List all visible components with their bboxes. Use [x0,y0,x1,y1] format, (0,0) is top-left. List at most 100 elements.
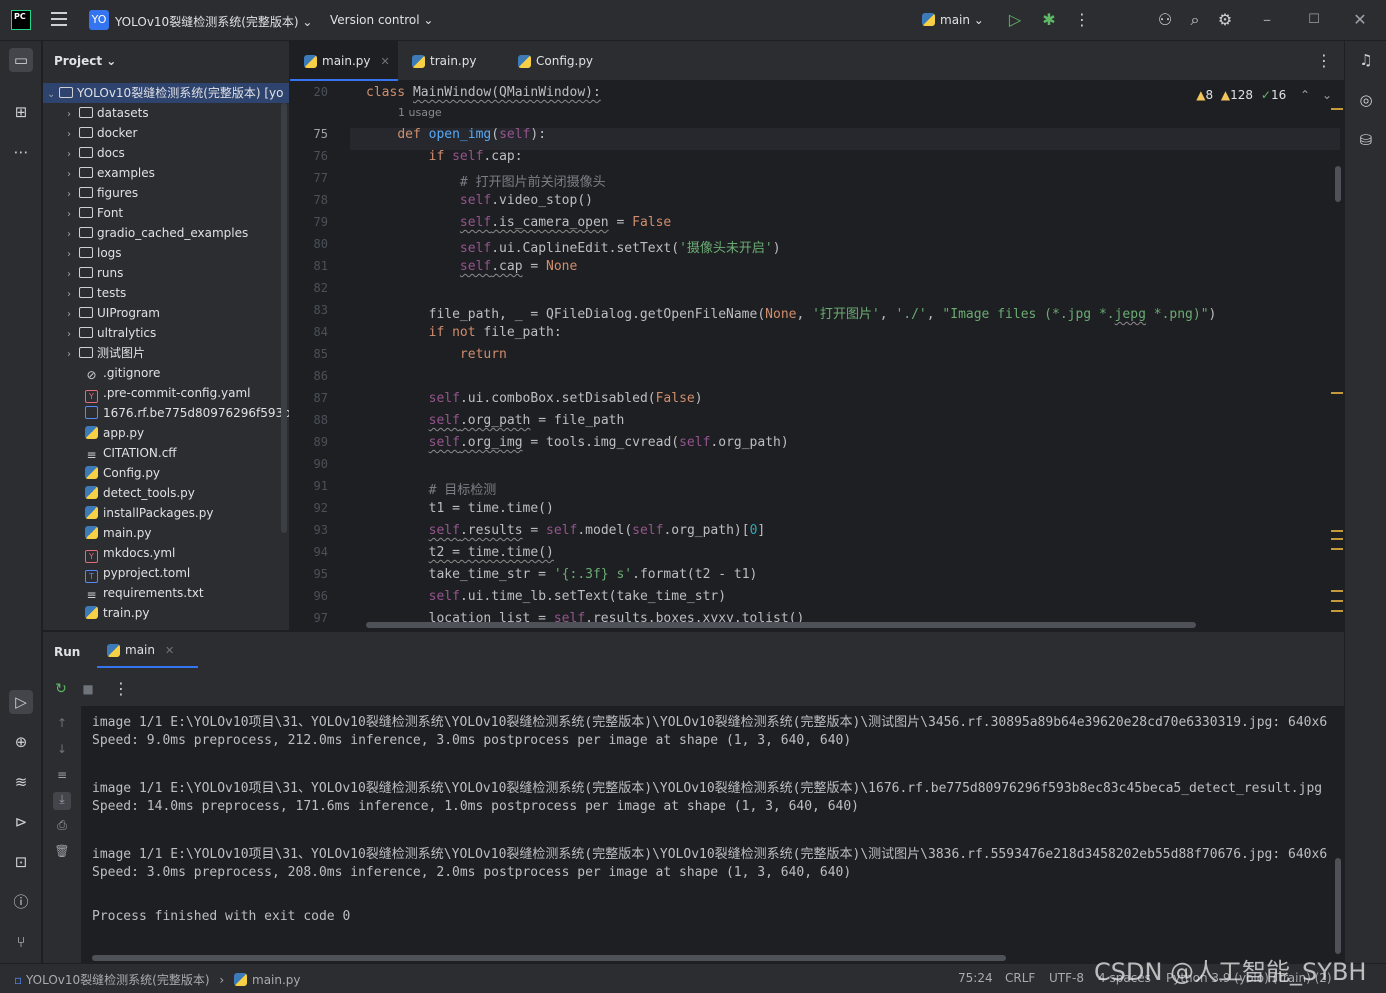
caret-position[interactable]: 75:24 [958,971,993,985]
error-stripe-mark[interactable] [1331,530,1343,532]
console-horizontal-scrollbar[interactable] [92,955,1006,961]
run-options-icon[interactable]: ⋮ [111,679,131,699]
soft-wrap-icon[interactable]: ≡ [53,768,71,786]
tab-config-py[interactable]: Config.py [504,41,614,81]
tree-file[interactable]: Tpyproject.toml [43,563,289,583]
tree-folder[interactable]: › datasets [43,103,289,123]
tree-file[interactable]: installPackages.py [43,503,289,523]
folder-label: datasets [97,106,149,120]
tree-folder[interactable]: › tests [43,283,289,303]
problems-icon[interactable]: ⓘ [9,890,33,914]
chevron-right-icon: › [67,249,71,260]
close-window-icon[interactable]: ✕ [1350,10,1370,30]
settings-gear-icon[interactable]: ⚙ [1215,10,1235,30]
project-scrollbar[interactable] [281,103,287,533]
ai-assistant-icon[interactable]: ◎ [1354,88,1378,112]
tab-main-py[interactable]: main.py ✕ [290,41,398,81]
run-config-selector[interactable]: main ⌄ [922,13,984,27]
services-icon[interactable]: ⊳ [9,810,33,834]
tree-file[interactable]: 1676.rf.be775d80976296f593b8e [43,403,289,423]
tree-folder[interactable]: › 测试图片 [43,343,289,363]
debug-icon[interactable]: ✱ [1039,10,1059,30]
close-run-tab-icon[interactable]: ✕ [165,644,174,657]
error-stripe-mark[interactable] [1331,538,1343,540]
tree-file[interactable]: ⊘ .gitignore [43,363,289,383]
tab-options-icon[interactable]: ⋮ [1314,51,1334,71]
tree-folder[interactable]: › Font [43,203,289,223]
tree-folder[interactable]: › logs [43,243,289,263]
tree-folder[interactable]: › figures [43,183,289,203]
inspection-widget[interactable]: ▲8 ▲128 ✓16 ⌃ ⌄ [1196,88,1332,102]
run-tool-icon[interactable]: ▷ [9,690,33,714]
project-tool-folder-icon[interactable]: ▭ [9,48,33,72]
tree-file[interactable]: ≡ CITATION.cff [43,443,289,463]
run-tab-main[interactable]: main ✕ [97,636,199,668]
tree-root[interactable]: ⌄ YOLOv10裂缝检测系统(完整版本) [yo [43,83,289,103]
tree-folder[interactable]: › docker [43,123,289,143]
notifications-bell-icon[interactable]: ♫ [1354,48,1378,72]
tree-file[interactable]: detect_tools.py [43,483,289,503]
scroll-up-icon[interactable]: ↑ [53,716,71,734]
tree-folder[interactable]: › UIProgram [43,303,289,323]
tree-file[interactable]: ≡ requirements.txt [43,583,289,603]
search-icon[interactable]: ⌕ [1185,10,1205,30]
prev-highlight-icon[interactable]: ⌃ [1300,88,1310,102]
clear-all-icon[interactable]: 🗑 [53,844,71,862]
project-badge[interactable]: YO [89,10,109,30]
console-vertical-scrollbar[interactable] [1335,858,1341,954]
project-selector[interactable]: YOLOv10裂缝检测系统(完整版本) ⌄ [115,13,312,30]
more-tools-icon[interactable]: ⋯ [9,140,33,164]
version-control-menu[interactable]: Version control ⌄ [330,13,433,27]
project-panel-title[interactable]: Project ⌄ [54,54,116,68]
layers-icon[interactable]: ≋ [9,770,33,794]
tree-folder[interactable]: › runs [43,263,289,283]
scroll-down-icon[interactable]: ↓ [53,742,71,760]
console-output[interactable]: image 1/1 E:\YOLOv10项目\31、YOLOv10裂缝检测系统\… [81,706,1344,964]
error-stripe-mark[interactable] [1331,392,1343,394]
line-separator[interactable]: CRLF [1005,971,1035,985]
git-icon[interactable]: ⑂ [9,930,33,954]
tree-file[interactable]: main.py [43,523,289,543]
error-stripe-mark[interactable] [1331,108,1343,110]
error-stripe-mark[interactable] [1331,600,1343,602]
file-encoding[interactable]: UTF-8 [1049,971,1084,985]
maximize-icon[interactable]: ☐ [1304,10,1324,30]
scroll-to-end-icon[interactable]: ⤓ [53,792,71,810]
usage-hint[interactable]: 1 usage [398,106,442,119]
editor-vertical-scrollbar[interactable] [1335,166,1341,202]
folder-label: runs [97,266,124,280]
close-tab-icon[interactable]: ✕ [381,55,390,68]
tree-file[interactable]: Ymkdocs.yml [43,543,289,563]
stop-icon[interactable]: ■ [78,679,98,699]
line-number: 76 [313,149,328,163]
error-stripe-mark[interactable] [1331,610,1343,612]
main-menu-icon[interactable] [51,12,67,26]
more-icon[interactable]: ⋮ [1072,10,1092,30]
add-user-icon[interactable]: ⚇ [1155,10,1175,30]
structure-icon[interactable]: ⊞ [9,100,33,124]
tab-train-py[interactable]: train.py [398,41,504,81]
tree-folder[interactable]: › examples [43,163,289,183]
rerun-icon[interactable]: ↻ [51,679,71,699]
tree-folder[interactable]: › docs [43,143,289,163]
minimize-icon[interactable]: – [1257,10,1277,30]
run-icon[interactable]: ▷ [1005,10,1025,30]
terminal-icon[interactable]: ⊡ [9,850,33,874]
error-stripe-mark[interactable] [1331,590,1343,592]
next-highlight-icon[interactable]: ⌄ [1322,88,1332,102]
console-line: Process finished with exit code 0 [92,909,351,924]
tree-file[interactable]: train.py [43,603,289,623]
print-icon[interactable]: ⎙ [53,818,71,836]
code-line: def open_img(self): [397,127,547,142]
editor-horizontal-scrollbar[interactable] [366,622,1196,628]
tree-folder[interactable]: › gradio_cached_examples [43,223,289,243]
python-console-icon[interactable]: ⊕ [9,730,33,754]
breadcrumb-project[interactable]: YOLOv10裂缝检测系统(完整版本) [26,973,210,987]
error-stripe-mark[interactable] [1331,548,1343,550]
database-icon[interactable]: ⛁ [1354,128,1378,152]
breadcrumb-file[interactable]: main.py [252,973,301,987]
tree-file[interactable]: Y .pre-commit-config.yaml [43,383,289,403]
tree-file[interactable]: Config.py [43,463,289,483]
tree-file[interactable]: app.py [43,423,289,443]
tree-folder[interactable]: › ultralytics [43,323,289,343]
